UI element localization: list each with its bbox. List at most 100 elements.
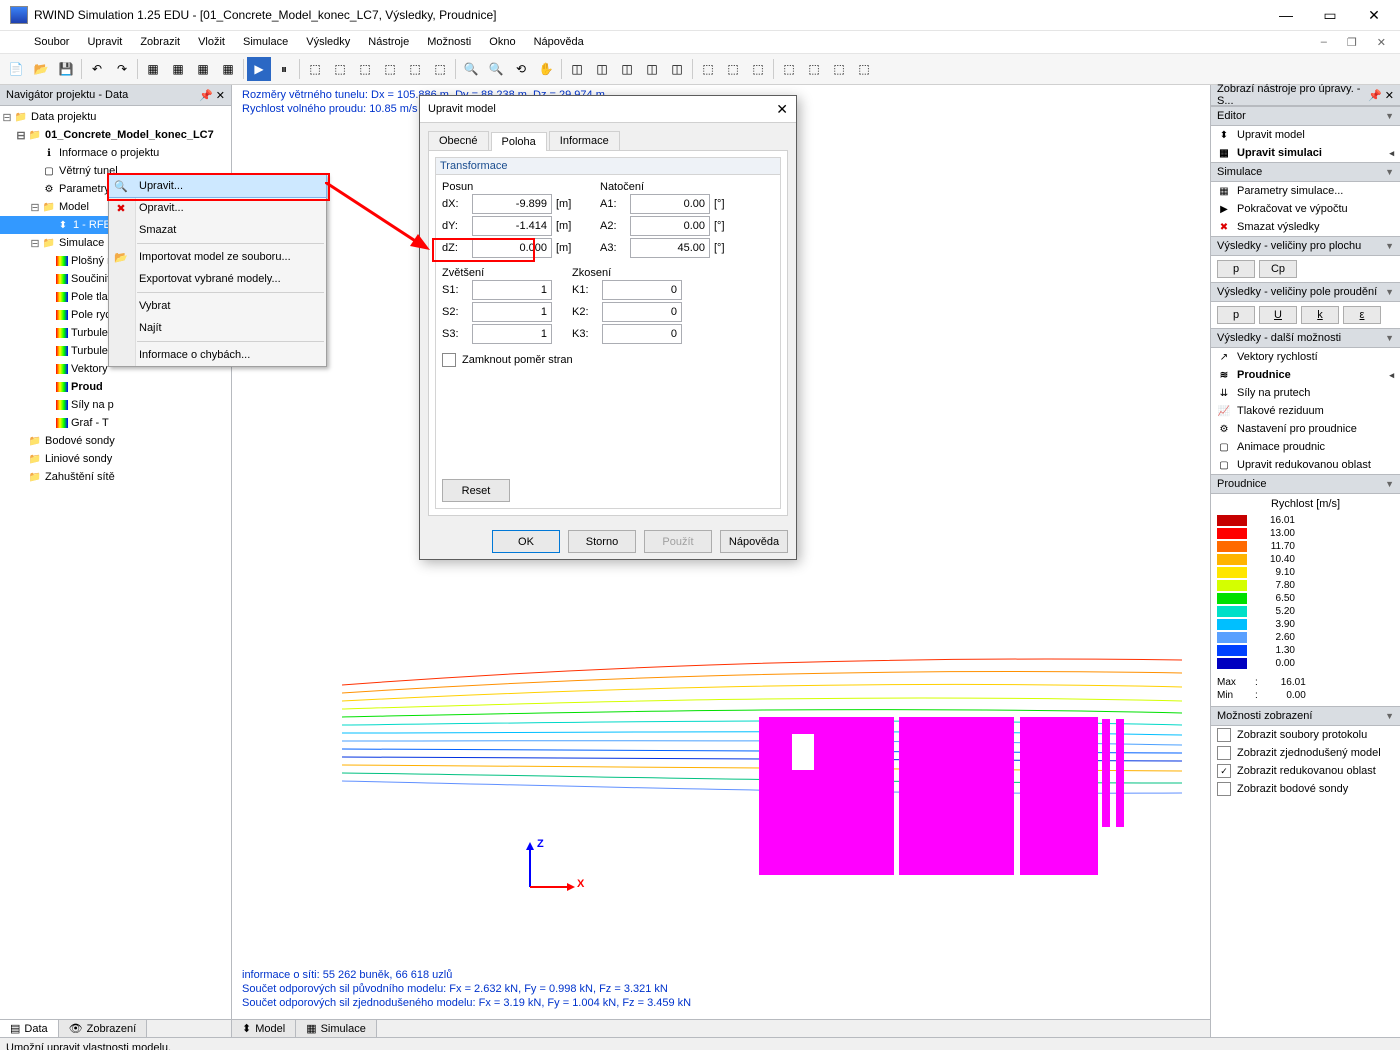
toolbar-icon[interactable]: ▦	[141, 57, 165, 81]
toolbar-icon[interactable]: ▶	[247, 57, 271, 81]
toolbar-icon[interactable]: ⬚	[328, 57, 352, 81]
ctx-upravit[interactable]: 🔍Upravit...	[108, 174, 327, 198]
clear-results-item[interactable]: ✖Smazat výsledky	[1211, 218, 1400, 236]
ctx-vybrat[interactable]: Vybrat	[109, 295, 326, 317]
k-button[interactable]: k	[1301, 306, 1339, 324]
member-forces-item[interactable]: ⇊Síly na prutech	[1211, 384, 1400, 402]
toolbar-icon[interactable]: 💾	[54, 57, 78, 81]
storno-button[interactable]: Storno	[568, 530, 636, 553]
menu-zobrazit[interactable]: Zobrazit	[132, 34, 188, 50]
streamlines-item[interactable]: ≋Proudnice◂	[1211, 366, 1400, 384]
chk-protocol[interactable]: Zobrazit soubory protokolu	[1211, 726, 1400, 744]
tab-simulace[interactable]: ▦Simulace	[296, 1020, 377, 1037]
toolbar-icon[interactable]: ◫	[665, 57, 689, 81]
toolbar-icon[interactable]: ↶	[85, 57, 109, 81]
a1-input[interactable]	[630, 194, 710, 214]
toolbar-icon[interactable]: ⬚	[696, 57, 720, 81]
e-button[interactable]: ε	[1343, 306, 1381, 324]
stream-settings-item[interactable]: ⚙Nastavení pro proudnice	[1211, 420, 1400, 438]
pressure-residual-item[interactable]: 📈Tlakové reziduum	[1211, 402, 1400, 420]
toolbar-icon[interactable]: 📄	[4, 57, 28, 81]
toolbar-icon[interactable]: 🔍	[484, 57, 508, 81]
k1-input[interactable]	[602, 280, 682, 300]
chevron-down-icon[interactable]: ▼	[1385, 111, 1394, 121]
u-button[interactable]: U	[1259, 306, 1297, 324]
mdi-min-icon[interactable]: –	[1313, 34, 1335, 51]
ctx-import[interactable]: 📂Importovat model ze souboru...	[109, 246, 326, 268]
continue-calc-item[interactable]: ▶Pokračovat ve výpočtu	[1211, 200, 1400, 218]
tab-data[interactable]: ▤Data	[0, 1020, 59, 1037]
dy-input[interactable]	[472, 216, 552, 236]
menu-moznosti[interactable]: Možnosti	[419, 34, 479, 50]
toolbar-icon[interactable]: ↷	[110, 57, 134, 81]
toolbar-icon[interactable]: ⬚	[428, 57, 452, 81]
toolbar-icon[interactable]: 🔍	[459, 57, 483, 81]
minimize-button[interactable]: —	[1264, 1, 1308, 29]
menu-nastroje[interactable]: Nástroje	[360, 34, 417, 50]
edit-model-item[interactable]: ⬍Upravit model	[1211, 126, 1400, 144]
toolbar-icon[interactable]: ⬚	[721, 57, 745, 81]
mdi-close-icon[interactable]: ✕	[1369, 34, 1394, 51]
toolbar-icon[interactable]: ⬚	[777, 57, 801, 81]
a3-input[interactable]	[630, 238, 710, 258]
menu-okno[interactable]: Okno	[481, 34, 523, 50]
toolbar-icon[interactable]: ⬚	[378, 57, 402, 81]
toolbar-icon[interactable]: ⬚	[403, 57, 427, 81]
k3-input[interactable]	[602, 324, 682, 344]
pin-icon[interactable]: 📌	[199, 89, 213, 102]
tab-model[interactable]: ⬍Model	[232, 1020, 296, 1037]
velocity-vectors-item[interactable]: ↗Vektory rychlostí	[1211, 348, 1400, 366]
tab-zobrazeni[interactable]: 👁Zobrazení	[59, 1020, 148, 1037]
toolbar-icon[interactable]: ◫	[565, 57, 589, 81]
stream-anim-item[interactable]: ▢Animace proudnic	[1211, 438, 1400, 456]
pin-icon[interactable]: 📌	[1368, 89, 1382, 102]
menu-upravit[interactable]: Upravit	[79, 34, 130, 50]
toolbar-icon[interactable]: ⬚	[746, 57, 770, 81]
toolbar-icon[interactable]: ⟲	[509, 57, 533, 81]
close-icon[interactable]: ✕	[216, 89, 225, 102]
toolbar-icon[interactable]: ⬚	[827, 57, 851, 81]
reset-button[interactable]: Reset	[442, 479, 510, 502]
chk-reduced[interactable]: ✓Zobrazit redukovanou oblast	[1211, 762, 1400, 780]
dx-input[interactable]	[472, 194, 552, 214]
chk-simplified[interactable]: Zobrazit zjednodušený model	[1211, 744, 1400, 762]
s2-input[interactable]	[472, 302, 552, 322]
mdi-restore-icon[interactable]: ❐	[1339, 34, 1365, 51]
toolbar-icon[interactable]: ◫	[615, 57, 639, 81]
menu-napoveda[interactable]: Nápověda	[526, 34, 592, 50]
edit-sim-item[interactable]: ▦Upravit simulaci◂	[1211, 144, 1400, 162]
tab-poloha[interactable]: Poloha	[491, 132, 547, 151]
toolbar-icon[interactable]: ◫	[640, 57, 664, 81]
toolbar-icon[interactable]: 📂	[29, 57, 53, 81]
menu-vlozit[interactable]: Vložit	[190, 34, 233, 50]
ctx-chyby[interactable]: Informace o chybách...	[109, 344, 326, 366]
maximize-button[interactable]: ▭	[1308, 1, 1352, 29]
toolbar-icon[interactable]: ⬚	[852, 57, 876, 81]
menu-soubor[interactable]: Soubor	[26, 34, 77, 50]
tab-obecne[interactable]: Obecné	[428, 131, 489, 150]
menu-vysledky[interactable]: Výsledky	[298, 34, 358, 50]
napoveda-button[interactable]: Nápověda	[720, 530, 788, 553]
a2-input[interactable]	[630, 216, 710, 236]
dz-input[interactable]	[472, 238, 552, 258]
sim-params-item[interactable]: ▦Parametry simulace...	[1211, 182, 1400, 200]
toolbar-icon[interactable]: ⬚	[303, 57, 327, 81]
pouzit-button[interactable]: Použít	[644, 530, 712, 553]
toolbar-icon[interactable]: ⬚	[353, 57, 377, 81]
toolbar-icon[interactable]: ✋	[534, 57, 558, 81]
close-button[interactable]: ✕	[1352, 1, 1396, 29]
toolbar-icon[interactable]: ▦	[191, 57, 215, 81]
ctx-export[interactable]: Exportovat vybrané modely...	[109, 268, 326, 290]
close-icon[interactable]: ✕	[1385, 89, 1394, 102]
edit-reduced-item[interactable]: ▢Upravit redukovanou oblast	[1211, 456, 1400, 474]
ctx-smazat[interactable]: Smazat	[109, 219, 326, 241]
p-button[interactable]: p	[1217, 306, 1255, 324]
s1-input[interactable]	[472, 280, 552, 300]
toolbar-icon[interactable]: ⏸	[272, 57, 296, 81]
toolbar-icon[interactable]: ◫	[590, 57, 614, 81]
toolbar-icon[interactable]: ⬚	[802, 57, 826, 81]
ok-button[interactable]: OK	[492, 530, 560, 553]
s3-input[interactable]	[472, 324, 552, 344]
menu-simulace[interactable]: Simulace	[235, 34, 296, 50]
toolbar-icon[interactable]: ▦	[216, 57, 240, 81]
